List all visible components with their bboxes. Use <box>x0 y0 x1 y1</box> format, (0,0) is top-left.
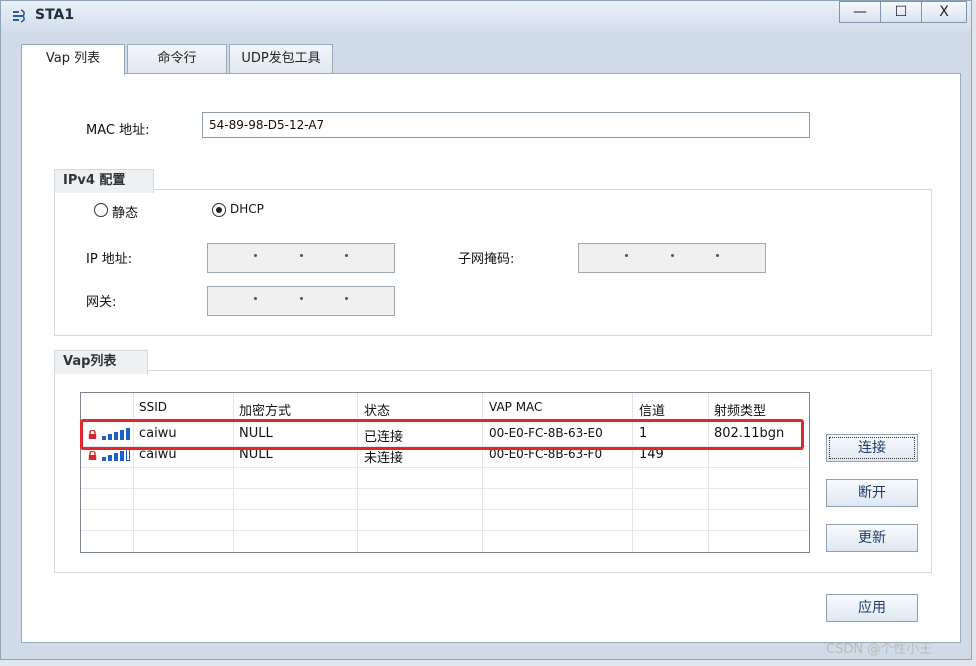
ip-dot <box>716 254 719 257</box>
minimize-button[interactable]: — <box>839 1 881 23</box>
highlight-annotation-box <box>80 419 804 450</box>
maximize-button[interactable]: ☐ <box>880 1 922 23</box>
dhcp-radio[interactable] <box>212 203 226 217</box>
grid-line <box>708 393 709 552</box>
refresh-button[interactable]: 更新 <box>826 524 918 552</box>
static-radio[interactable] <box>94 203 108 217</box>
ip-dot <box>300 297 303 300</box>
ip-dot <box>300 254 303 257</box>
grid-line <box>81 488 809 489</box>
gateway-field[interactable] <box>207 286 395 316</box>
grid-line <box>81 467 809 468</box>
watermark: CSDN @个性小王 <box>826 642 933 657</box>
grid-line <box>632 393 633 552</box>
vap-table: SSID 加密方式 状态 VAP MAC 信道 射频类型 caiwu NULL … <box>80 392 810 553</box>
mac-label: MAC 地址: <box>86 123 150 138</box>
tab-content-panel: MAC 地址: 54-89-98-D5-12-A7 IPv4 配置 静态 DHC… <box>21 73 961 643</box>
ip-dot <box>625 254 628 257</box>
connect-button[interactable]: 连接 <box>826 434 918 462</box>
tab-udp-tool[interactable]: UDP发包工具 <box>229 44 333 74</box>
tab-vap-list[interactable]: Vap 列表 <box>21 44 125 75</box>
apply-button[interactable]: 应用 <box>826 594 918 622</box>
lock-icon <box>88 451 97 460</box>
ip-address-field[interactable] <box>207 243 395 273</box>
column-header: SSID <box>139 400 168 414</box>
ipv4-group-label: IPv4 配置 <box>54 169 154 193</box>
static-label: 静态 <box>112 206 139 221</box>
title-bar[interactable]: STA1 — ☐ X <box>1 1 971 31</box>
tab-command-line[interactable]: 命令行 <box>127 44 227 74</box>
window-title: STA1 <box>35 7 75 23</box>
column-header: 射频类型 <box>714 404 767 419</box>
grid-line <box>357 393 358 552</box>
ip-address-label: IP 地址: <box>86 252 133 267</box>
gateway-label: 网关: <box>86 295 117 310</box>
subnet-mask-label: 子网掩码: <box>458 252 515 267</box>
ip-dot <box>671 254 674 257</box>
column-header: 加密方式 <box>239 404 292 419</box>
ip-dot <box>345 254 348 257</box>
close-button[interactable]: X <box>921 1 967 23</box>
grid-line <box>81 530 809 531</box>
mac-address-field[interactable]: 54-89-98-D5-12-A7 <box>202 112 810 138</box>
disconnect-button[interactable]: 断开 <box>826 479 918 507</box>
ip-dot <box>254 254 257 257</box>
grid-line <box>133 393 134 552</box>
vap-group-label: Vap列表 <box>54 350 148 374</box>
ip-dot <box>254 297 257 300</box>
grid-line <box>482 393 483 552</box>
app-icon <box>13 9 25 23</box>
grid-line <box>233 393 234 552</box>
column-header: 信道 <box>639 404 666 419</box>
grid-line <box>81 509 809 510</box>
dhcp-label: DHCP <box>230 202 264 216</box>
ip-dot <box>345 297 348 300</box>
subnet-mask-field[interactable] <box>578 243 766 273</box>
sta1-window: STA1 — ☐ X Vap 列表 命令行 UDP发包工具 MAC 地址: 54… <box>0 0 972 660</box>
signal-strength-icon <box>102 449 130 461</box>
column-header: VAP MAC <box>489 400 543 414</box>
column-header: 状态 <box>364 404 391 419</box>
